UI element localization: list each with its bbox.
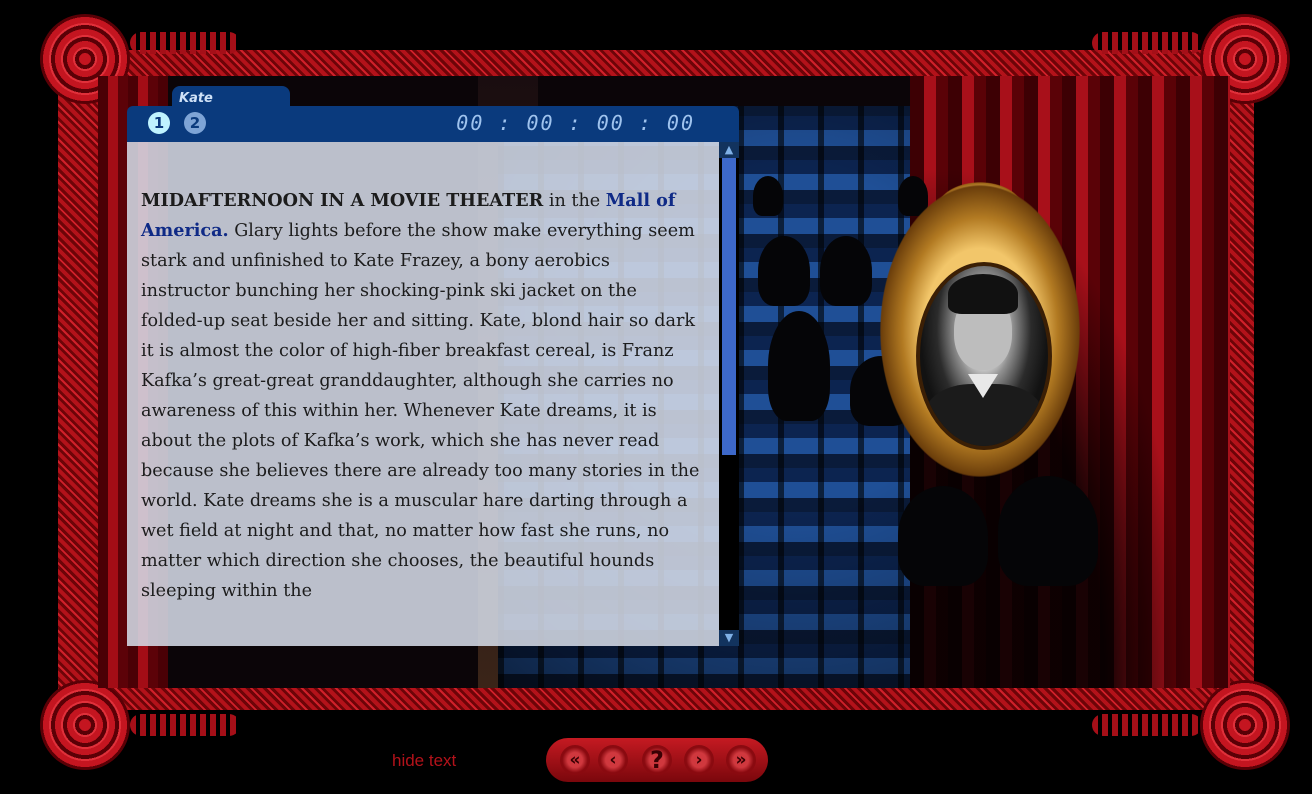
chapter-1-button[interactable]: 1 [148,112,170,134]
navigation-bar: « ‹ ? › » [546,738,768,782]
story-lead: MIDAFTERNOON IN A MOVIE THEATER [141,190,544,211]
swirl-right-icon[interactable]: › [684,745,714,775]
audience-silhouette [820,236,872,306]
audience-silhouette [758,236,810,306]
vine-ornament [130,714,240,736]
corner-ornament-bottom-left [40,680,130,770]
hide-text-link[interactable]: hide text [392,751,456,771]
audience-silhouette [898,486,988,586]
story-lead-tail: in the [543,191,606,211]
vine-ornament [1092,32,1202,54]
scroll-down-icon[interactable]: ▼ [719,630,739,646]
character-tab-label: Kate [179,91,213,106]
story-body: Glary lights before the show make everyt… [141,221,700,601]
story-panel-header: 1 2 00 : 00 : 00 : 00 [127,106,739,142]
audience-silhouette [998,476,1098,586]
audience-silhouette [753,176,783,216]
scroll-up-icon[interactable]: ▲ [719,142,739,158]
scroll-thumb[interactable] [722,158,736,455]
story-scrollbar[interactable]: ▲ ▼ [719,142,739,646]
kafka-portrait[interactable] [916,262,1052,450]
help-icon[interactable]: ? [642,745,672,775]
story-text-area[interactable]: MIDAFTERNOON IN A MOVIE THEATER in the M… [127,142,719,646]
portrait-hair [948,274,1018,314]
story-panel: Kate 1 2 00 : 00 : 00 : 00 MIDAFTERNOON … [127,86,739,646]
swirl-right-double-icon[interactable]: » [726,745,756,775]
vine-ornament [130,32,240,54]
chapter-2-button[interactable]: 2 [184,112,206,134]
corner-ornament-bottom-right [1200,680,1290,770]
audience-silhouette [768,311,830,421]
timer-readout: 00 : 00 : 00 : 00 [456,111,695,135]
story-text: MIDAFTERNOON IN A MOVIE THEATER in the M… [141,186,701,606]
swirl-left-double-icon[interactable]: « [560,745,590,775]
swirl-left-icon[interactable]: ‹ [598,745,628,775]
vine-ornament [1092,714,1202,736]
